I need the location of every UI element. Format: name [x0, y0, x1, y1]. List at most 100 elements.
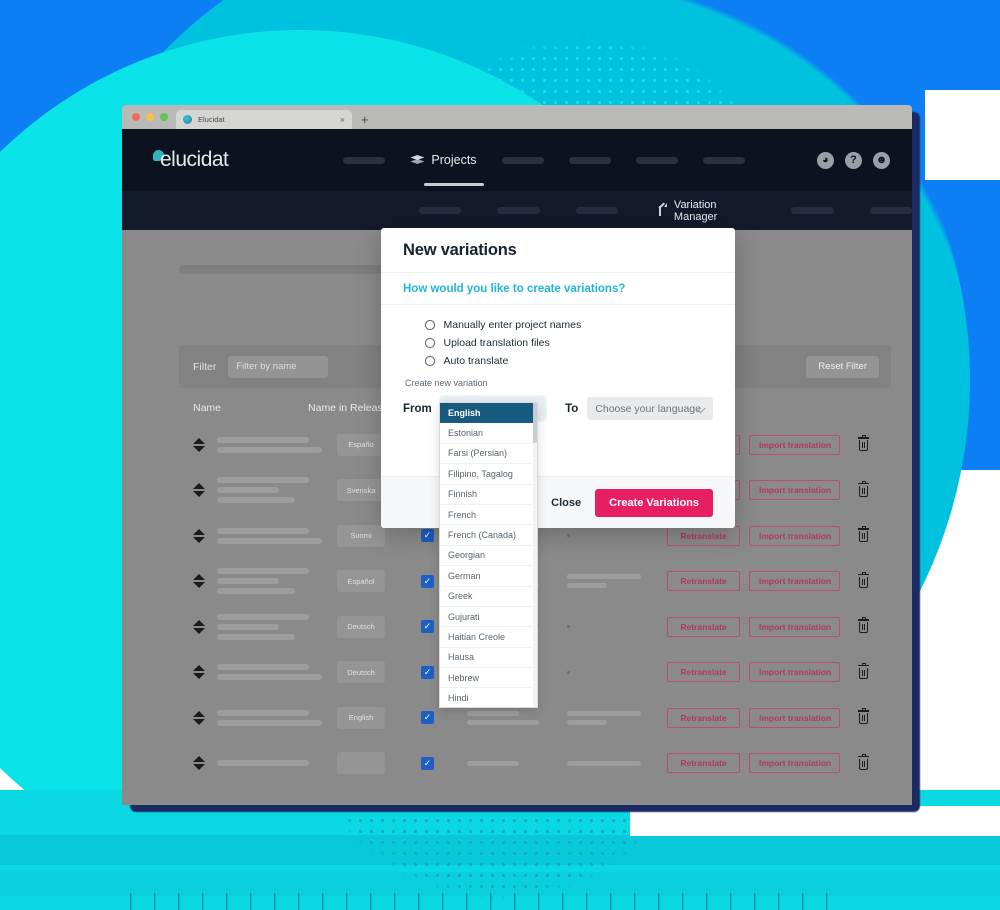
create-variations-button[interactable]: Create Variations	[595, 488, 713, 517]
row-checkbox[interactable]	[421, 756, 434, 770]
retranslate-button[interactable]: Retranslate	[667, 753, 740, 774]
sort-handle-icon[interactable]	[193, 483, 205, 498]
language-option[interactable]: German	[440, 566, 537, 587]
import-translation-button[interactable]: Import translation	[749, 525, 840, 546]
language-option[interactable]: Filipino, Tagalog	[440, 464, 537, 485]
nav-item-projects[interactable]: Projects	[410, 153, 485, 186]
sort-handle-icon[interactable]	[193, 710, 205, 725]
subnav-placeholder-5[interactable]	[869, 207, 912, 214]
nav-placeholder-3[interactable]	[568, 156, 611, 164]
row-checkbox-cell[interactable]	[421, 574, 437, 588]
row-checkbox-cell[interactable]	[421, 620, 437, 634]
retranslate-button[interactable]: Retranslate	[667, 616, 740, 637]
language-dropdown-list[interactable]: English Estonian Farsi (Persian) Filipino, …	[439, 402, 538, 708]
subnav-placeholder-2[interactable]	[497, 207, 540, 214]
language-option[interactable]: Hindi	[440, 688, 537, 707]
language-option[interactable]: Hausa	[440, 648, 537, 669]
sub-navigation-bar: Variation Manager	[122, 191, 912, 234]
radio-icon-manual[interactable]	[425, 320, 435, 330]
table-row: Retranslate Import translation	[179, 741, 891, 787]
language-option[interactable]: Estonian	[440, 423, 537, 444]
radio-icon-auto-translate[interactable]	[425, 356, 435, 366]
import-translation-button[interactable]: Import translation	[749, 434, 840, 455]
row-checkbox[interactable]	[421, 711, 434, 725]
dropdown-scrollbar-thumb[interactable]	[533, 403, 537, 443]
trash-icon[interactable]	[857, 571, 870, 589]
reset-filter-button[interactable]: Reset Filter	[806, 355, 879, 378]
row-checkbox-cell[interactable]	[421, 529, 437, 543]
sort-handle-icon[interactable]	[193, 756, 205, 771]
radio-option-manual[interactable]: Manually enter project names	[425, 316, 713, 334]
language-option[interactable]: Georgian	[440, 546, 537, 567]
browser-tab[interactable]: Elucidat ×	[176, 110, 352, 129]
trash-icon[interactable]	[857, 662, 870, 680]
sort-handle-icon[interactable]	[193, 665, 205, 680]
import-translation-button[interactable]: Import translation	[749, 616, 840, 637]
trash-icon[interactable]	[857, 526, 870, 543]
row-checkbox[interactable]	[421, 529, 434, 543]
language-option[interactable]: Finnish	[440, 485, 537, 505]
trash-icon[interactable]	[857, 617, 870, 634]
language-option[interactable]: French (Canada)	[440, 525, 537, 546]
import-translation-button[interactable]: Import translation	[749, 662, 840, 683]
close-button[interactable]: Close	[551, 497, 581, 509]
retranslate-button[interactable]: Retranslate	[667, 525, 740, 546]
sort-handle-icon[interactable]	[193, 528, 205, 543]
row-checkbox-cell[interactable]	[421, 756, 437, 770]
radio-icon-upload[interactable]	[425, 338, 435, 348]
row-checkbox[interactable]	[421, 620, 434, 634]
nav-placeholder-4[interactable]	[635, 156, 678, 164]
language-option[interactable]: Hebrew	[440, 668, 537, 689]
trash-icon[interactable]	[857, 435, 870, 452]
browser-chrome-bar: Elucidat × +	[122, 105, 912, 129]
radio-option-auto-translate[interactable]: Auto translate	[425, 352, 713, 370]
help-icon[interactable]: ?	[845, 151, 862, 169]
subnav-placeholder-3[interactable]	[575, 207, 619, 214]
minimize-window-icon[interactable]	[146, 113, 154, 121]
row-checkbox[interactable]	[421, 665, 434, 679]
modal-subtitle-bar: How would you like to create variations?	[381, 273, 735, 305]
tab-close-icon[interactable]: ×	[340, 115, 345, 125]
sort-handle-icon[interactable]	[193, 574, 205, 589]
maximize-window-icon[interactable]	[160, 113, 168, 121]
language-option[interactable]: English	[440, 403, 537, 424]
subnav-item-variation-manager[interactable]: Variation Manager	[646, 199, 755, 234]
language-option[interactable]: Haitian Creole	[440, 627, 537, 648]
import-translation-button[interactable]: Import translation	[749, 480, 840, 501]
import-translation-button[interactable]: Import translation	[749, 571, 840, 592]
close-window-icon[interactable]	[132, 113, 140, 121]
retranslate-button[interactable]: Retranslate	[667, 662, 740, 683]
trash-icon[interactable]	[857, 708, 870, 725]
sort-handle-icon[interactable]	[193, 437, 205, 452]
language-option[interactable]: French	[440, 505, 537, 526]
nav-active-underline	[424, 183, 485, 186]
elucidat-logo[interactable]: elucidat	[153, 148, 229, 172]
globe-icon[interactable]: ◕	[817, 151, 834, 169]
background-white-notch	[925, 90, 1000, 180]
subnav-placeholder-4[interactable]	[791, 207, 834, 214]
row-checkbox[interactable]	[421, 574, 434, 588]
subnav-placeholder-1[interactable]	[419, 207, 462, 214]
nav-placeholder-1[interactable]	[343, 156, 386, 164]
dropdown-scrollbar[interactable]	[533, 403, 537, 707]
row-checkbox-cell[interactable]	[421, 711, 437, 725]
row-checkbox-cell[interactable]	[421, 665, 437, 679]
account-icon[interactable]: ☻	[873, 151, 890, 169]
language-option[interactable]: Farsi (Persian)	[440, 444, 537, 465]
retranslate-button[interactable]: Retranslate	[667, 707, 740, 728]
language-option[interactable]: Greek	[440, 587, 537, 607]
new-tab-button[interactable]: +	[352, 110, 378, 129]
nav-placeholder-2[interactable]	[501, 156, 544, 164]
to-language-select[interactable]: Choose your language	[587, 397, 713, 420]
retranslate-button[interactable]: Retranslate	[667, 571, 740, 592]
import-translation-button[interactable]: Import translation	[749, 707, 840, 728]
placeholder-line	[217, 623, 279, 630]
trash-icon[interactable]	[857, 480, 870, 498]
import-translation-button[interactable]: Import translation	[749, 753, 840, 774]
language-option[interactable]: Gujurati	[440, 607, 537, 628]
radio-option-upload[interactable]: Upload translation files	[425, 334, 713, 352]
filter-input[interactable]	[228, 355, 329, 378]
sort-handle-icon[interactable]	[193, 619, 205, 634]
trash-icon[interactable]	[857, 753, 870, 771]
nav-placeholder-5[interactable]	[702, 156, 745, 164]
